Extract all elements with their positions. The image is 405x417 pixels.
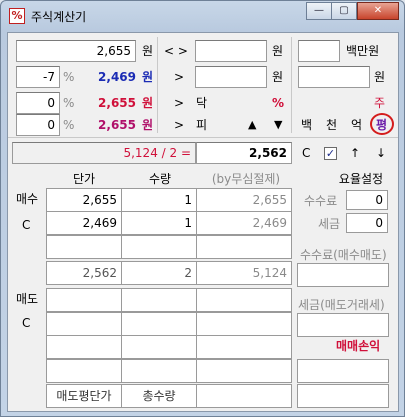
sell-amount-cell [196, 288, 292, 312]
profit-value [297, 359, 389, 383]
header-by: (by무심절제) [211, 172, 281, 186]
tax-label: 세금 [318, 217, 341, 231]
unit-baek-button[interactable]: 백 [301, 115, 312, 135]
calculator-window: % 주식계산기 — ▢ ✕ 2,655 원 -7 % 2,469 원 0 % 2… [0, 0, 405, 417]
won-label: 원 [272, 70, 284, 84]
clear-button[interactable]: C [302, 143, 310, 163]
divider [157, 37, 158, 133]
fee-buysell-label: 수수료(매수매도) [300, 248, 387, 262]
pct-input-2[interactable]: 0 [16, 92, 60, 114]
unit-baekman: 백만원 [346, 44, 380, 58]
buy-amount-cell [196, 235, 292, 259]
result-value-3: 2,655 [98, 118, 136, 132]
unit-eok-button[interactable]: 억 [351, 115, 362, 135]
result-value-2: 2,655 [98, 96, 136, 110]
profit-rate-value [297, 384, 389, 408]
divider [8, 137, 398, 138]
won-label: 원 [142, 70, 154, 84]
sell-clear-button[interactable]: C [22, 313, 30, 333]
checkbox-icon[interactable]: ✓ [324, 147, 337, 160]
buy-total-amount: 5,124 [196, 261, 292, 285]
buy-price-cell[interactable] [46, 235, 122, 259]
buy-qty-cell[interactable]: 1 [121, 211, 197, 235]
divider [291, 37, 292, 133]
buy-avg-price: 2,562 [46, 261, 122, 285]
buy-total-qty: 2 [121, 261, 197, 285]
sell-amount-cell [196, 312, 292, 336]
label-pi: 피 [196, 118, 208, 132]
tax-sell-label: 세금(매도거래세) [298, 298, 385, 312]
sell-price-cell[interactable] [46, 359, 122, 383]
sell-price-cell[interactable] [46, 312, 122, 336]
arrow-right[interactable]: > [174, 93, 184, 113]
down-triangle-icon[interactable]: ▼ [274, 115, 282, 135]
minimize-button[interactable]: — [306, 2, 332, 20]
label-dak: 닥 [196, 96, 208, 110]
fee-buysell-value [297, 263, 389, 287]
pct-input-3[interactable]: 0 [16, 114, 60, 136]
unit-pyeong-button[interactable]: 평 [376, 115, 387, 135]
amount-input[interactable] [298, 40, 340, 62]
sell-total-qty-label: 총수량 [121, 384, 197, 408]
arrow-right[interactable]: > [174, 115, 184, 135]
sell-price-cell[interactable] [46, 335, 122, 359]
pct-sign: % [63, 70, 75, 84]
swap-arrows[interactable]: < > [164, 41, 188, 61]
buy-label: 매수 [16, 192, 39, 206]
right-input-2[interactable] [298, 66, 370, 88]
sell-amount-cell [196, 335, 292, 359]
won-label: 원 [374, 70, 386, 84]
tax-sell-value [297, 313, 389, 337]
pct-sign: % [63, 96, 75, 110]
mid-input-1[interactable] [195, 40, 267, 62]
header-quantity: 수량 [148, 172, 172, 186]
unit-cheon-button[interactable]: 천 [326, 115, 337, 135]
arrow-right[interactable]: > [174, 67, 184, 87]
sell-total-amount [196, 384, 292, 408]
tax-input[interactable]: 0 [346, 213, 388, 233]
won-label: 원 [142, 96, 154, 110]
won-label: 원 [142, 44, 154, 58]
up-triangle-icon[interactable]: ▲ [248, 115, 256, 135]
sell-amount-cell [196, 359, 292, 383]
buy-amount-cell: 2,469 [196, 211, 292, 235]
won-label: 원 [142, 118, 154, 132]
sell-qty-cell[interactable] [121, 335, 197, 359]
mid-input-2[interactable] [195, 66, 267, 88]
sell-qty-cell[interactable] [121, 288, 197, 312]
pct-sign: % [63, 118, 75, 132]
calculator-client: 2,655 원 -7 % 2,469 원 0 % 2,655 원 0 % 2,6… [7, 32, 399, 412]
sell-price-cell[interactable] [46, 288, 122, 312]
sell-qty-cell[interactable] [121, 312, 197, 336]
buy-price-cell[interactable]: 2,469 [46, 211, 122, 235]
buy-amount-cell: 2,655 [196, 188, 292, 212]
fee-settings-header: 요율설정 [338, 172, 384, 186]
header-unit-price: 단가 [72, 172, 96, 186]
percent-icon: % [9, 8, 25, 24]
title-bar[interactable]: % 주식계산기 — ▢ ✕ [1, 1, 404, 31]
down-arrow-icon[interactable]: ↓ [376, 143, 386, 163]
maximize-button[interactable]: ▢ [331, 2, 357, 20]
sell-label: 매도 [16, 292, 39, 306]
result-value-1: 2,469 [98, 70, 136, 84]
close-button[interactable]: ✕ [357, 2, 399, 20]
window-title: 주식계산기 [31, 10, 87, 24]
fee-label: 수수료 [304, 194, 338, 208]
pct-label: % [272, 96, 285, 110]
calc-expression: 5,124 / 2 = [12, 142, 196, 164]
won-label: 원 [272, 44, 284, 58]
buy-qty-cell[interactable]: 1 [121, 188, 197, 212]
sell-qty-cell[interactable] [121, 359, 197, 383]
sell-avg-price-label: 매도평단가 [46, 384, 122, 408]
buy-qty-cell[interactable] [121, 235, 197, 259]
up-arrow-icon[interactable]: ↑ [350, 143, 360, 163]
fee-input[interactable]: 0 [346, 190, 388, 210]
buy-price-cell[interactable]: 2,655 [46, 188, 122, 212]
ju-label: 주 [374, 96, 386, 110]
profit-label: 매매손익 [336, 339, 381, 353]
price-input[interactable]: 2,655 [16, 40, 136, 62]
calc-result[interactable]: 2,562 [196, 142, 292, 164]
pct-input-1[interactable]: -7 [16, 66, 60, 88]
buy-clear-button[interactable]: C [22, 215, 30, 235]
